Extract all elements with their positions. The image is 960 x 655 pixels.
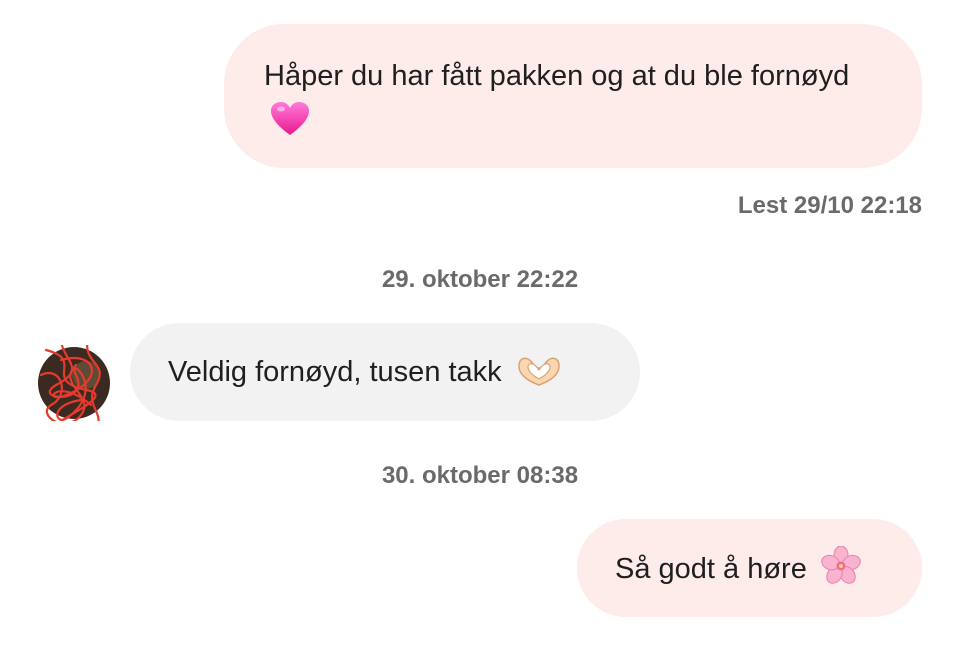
outgoing-message-bubble[interactable]: Håper du har fått pakken og at du ble fo… xyxy=(224,24,922,168)
message-text: Så godt å høre xyxy=(615,553,807,585)
read-receipt: Lest 29/10 22:18 xyxy=(737,192,922,219)
heart-hands-icon xyxy=(516,355,562,402)
message-text: Veldig fornøyd, tusen takk xyxy=(168,356,502,388)
incoming-message-bubble[interactable]: Veldig fornøyd, tusen takk xyxy=(130,323,640,421)
message-text: Håper du har fått pakken og at du ble fo… xyxy=(264,60,850,92)
avatar[interactable] xyxy=(36,323,112,442)
scribbled-avatar-icon xyxy=(38,323,110,442)
timestamp: 30. oktober 08:38 xyxy=(381,462,579,489)
outgoing-message-bubble[interactable]: Så godt å høre xyxy=(577,519,922,617)
timestamp: 29. oktober 22:22 xyxy=(381,266,579,293)
cherry-blossom-icon xyxy=(821,545,861,599)
pink-heart-icon xyxy=(270,101,310,150)
